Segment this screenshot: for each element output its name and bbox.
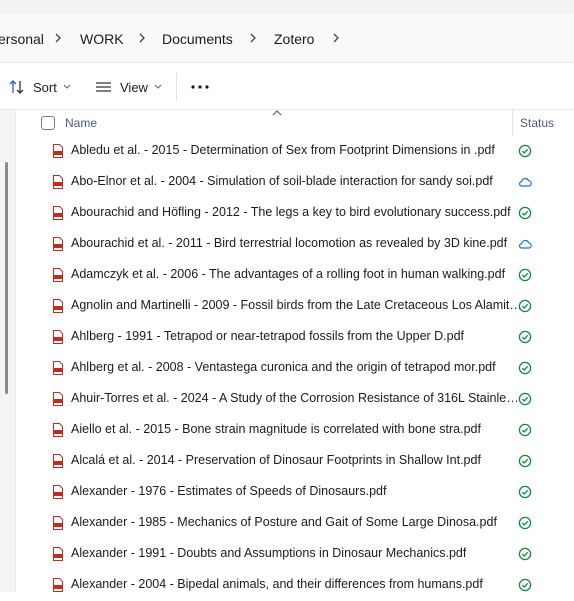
view-list-icon bbox=[96, 82, 111, 92]
column-divider[interactable] bbox=[512, 110, 513, 136]
column-header-row: Name Status bbox=[16, 110, 574, 136]
file-row[interactable]: Alexander - 1991 - Doubts and Assumption… bbox=[16, 539, 574, 570]
file-row[interactable]: Ahlberg - 1991 - Tetrapod or near-tetrap… bbox=[16, 322, 574, 353]
view-button[interactable]: View bbox=[95, 75, 162, 99]
file-name: Ahuir-Torres et al. - 2024 - A Study of … bbox=[71, 391, 522, 405]
pdf-file-icon bbox=[53, 299, 63, 313]
status-column-header[interactable]: Status bbox=[520, 116, 554, 130]
file-row[interactable]: Abourachid et al. - 2011 - Bird terrestr… bbox=[16, 229, 574, 260]
pdf-file-icon bbox=[53, 237, 63, 251]
file-row[interactable]: Alexander - 1976 - Estimates of Speeds o… bbox=[16, 477, 574, 508]
pdf-file-icon bbox=[53, 392, 63, 406]
pdf-file-icon bbox=[53, 578, 63, 592]
pdf-file-icon bbox=[53, 175, 63, 189]
file-row[interactable]: Adamczyk et al. - 2006 - The advantages … bbox=[16, 260, 574, 291]
chevron-down-icon bbox=[154, 84, 162, 89]
name-column-header[interactable]: Name bbox=[65, 116, 97, 130]
file-name: Abourachid and Höfling - 2012 - The legs… bbox=[71, 205, 511, 219]
file-name: Ahlberg et al. - 2008 - Ventastega curon… bbox=[71, 360, 496, 374]
file-name: Aiello et al. - 2015 - Bone strain magni… bbox=[71, 422, 481, 436]
more-icon bbox=[191, 85, 209, 89]
pdf-file-icon bbox=[53, 454, 63, 468]
toolbar-divider bbox=[176, 73, 177, 101]
file-row[interactable]: Abledu et al. - 2015 - Determination of … bbox=[16, 136, 574, 167]
file-name: Alexander - 2004 - Bipedal animals, and … bbox=[71, 577, 483, 591]
sort-button[interactable]: Sort bbox=[8, 75, 71, 99]
check-circle-icon bbox=[518, 299, 532, 313]
chevron-right-icon bbox=[135, 30, 149, 46]
view-label: View bbox=[120, 79, 148, 95]
check-circle-icon bbox=[518, 144, 532, 158]
pdf-file-icon bbox=[53, 423, 63, 437]
navigation-pane-edge bbox=[0, 110, 16, 592]
file-row[interactable]: Alexander - 2004 - Bipedal animals, and … bbox=[16, 570, 574, 601]
breadcrumb-item-documents[interactable]: Documents bbox=[158, 29, 237, 49]
check-circle-icon bbox=[518, 578, 532, 592]
file-name: Ahlberg - 1991 - Tetrapod or near-tetrap… bbox=[71, 329, 465, 343]
check-circle-icon bbox=[518, 516, 532, 530]
file-row[interactable]: Agnolin and Martinelli - 2009 - Fossil b… bbox=[16, 291, 574, 322]
pdf-file-icon bbox=[53, 516, 63, 530]
file-row[interactable]: Aiello et al. - 2015 - Bone strain magni… bbox=[16, 415, 574, 446]
chevron-right-icon bbox=[51, 30, 65, 46]
breadcrumb: ersonal WORK Documents Zotero bbox=[0, 14, 574, 63]
check-circle-icon bbox=[518, 547, 532, 561]
more-options-button[interactable] bbox=[190, 75, 210, 99]
file-row[interactable]: Ahlberg et al. - 2008 - Ventastega curon… bbox=[16, 353, 574, 384]
navigation-scrollbar-thumb[interactable] bbox=[5, 162, 8, 394]
file-list: Abledu et al. - 2015 - Determination of … bbox=[16, 136, 574, 601]
check-circle-icon bbox=[518, 206, 532, 220]
check-circle-icon bbox=[518, 485, 532, 499]
file-name: Alexander - 1985 - Mechanics of Posture … bbox=[71, 515, 497, 529]
breadcrumb-item-zotero[interactable]: Zotero bbox=[270, 29, 318, 49]
sort-label: Sort bbox=[33, 79, 57, 95]
pdf-file-icon bbox=[53, 547, 63, 561]
check-circle-icon bbox=[518, 361, 532, 375]
file-name: Abo-Elnor et al. - 2004 - Simulation of … bbox=[71, 174, 493, 188]
file-row[interactable]: Alcalá et al. - 2014 - Preservation of D… bbox=[16, 446, 574, 477]
file-row[interactable]: Abo-Elnor et al. - 2004 - Simulation of … bbox=[16, 167, 574, 198]
pdf-file-icon bbox=[53, 361, 63, 375]
cloud-icon bbox=[518, 237, 532, 251]
check-circle-icon bbox=[518, 423, 532, 437]
file-row[interactable]: Alexander - 1985 - Mechanics of Posture … bbox=[16, 508, 574, 539]
chevron-down-icon bbox=[63, 84, 71, 89]
file-name: Alexander - 1991 - Doubts and Assumption… bbox=[71, 546, 467, 560]
file-name: Abourachid et al. - 2011 - Bird terrestr… bbox=[71, 236, 508, 250]
file-name: Alcalá et al. - 2014 - Preservation of D… bbox=[71, 453, 481, 467]
check-circle-icon bbox=[518, 268, 532, 282]
breadcrumb-item-personal[interactable]: ersonal bbox=[0, 29, 48, 49]
select-all-checkbox[interactable] bbox=[41, 116, 55, 130]
file-name: Adamczyk et al. - 2006 - The advantages … bbox=[71, 267, 506, 281]
check-circle-icon bbox=[518, 392, 532, 406]
pdf-file-icon bbox=[53, 268, 63, 282]
file-row[interactable]: Ahuir-Torres et al. - 2024 - A Study of … bbox=[16, 384, 574, 415]
file-row[interactable]: Abourachid and Höfling - 2012 - The legs… bbox=[16, 198, 574, 229]
sort-icon bbox=[9, 80, 24, 94]
pdf-file-icon bbox=[53, 206, 63, 220]
pdf-file-icon bbox=[53, 330, 63, 344]
sort-ascending-icon bbox=[272, 110, 282, 116]
breadcrumb-item-work[interactable]: WORK bbox=[76, 29, 128, 49]
check-circle-icon bbox=[518, 454, 532, 468]
file-name: Alexander - 1976 - Estimates of Speeds o… bbox=[71, 484, 387, 498]
pdf-file-icon bbox=[53, 485, 63, 499]
file-name: Agnolin and Martinelli - 2009 - Fossil b… bbox=[71, 298, 522, 312]
check-circle-icon bbox=[518, 330, 532, 344]
pdf-file-icon bbox=[53, 144, 63, 158]
cloud-icon bbox=[518, 175, 532, 189]
file-name: Abledu et al. - 2015 - Determination of … bbox=[71, 143, 495, 157]
title-bar-strip bbox=[0, 0, 574, 14]
command-bar: Sort View bbox=[0, 63, 574, 110]
chevron-right-icon[interactable] bbox=[329, 30, 343, 46]
chevron-right-icon bbox=[246, 30, 260, 46]
